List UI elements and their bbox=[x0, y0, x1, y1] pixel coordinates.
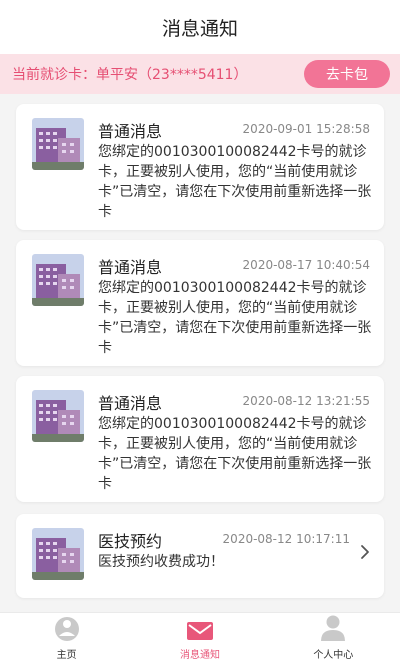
home-icon bbox=[54, 617, 79, 641]
hospital-thumbnail bbox=[32, 528, 84, 580]
tab-messages[interactable]: 消息通知 bbox=[133, 613, 266, 666]
message-card[interactable]: 医技预约 2020-08-12 10:17:11 医技预约收费成功！ bbox=[16, 514, 384, 598]
tab-label: 个人中心 bbox=[313, 650, 354, 661]
page-header: 消息通知 bbox=[0, 0, 400, 54]
hospital-thumbnail bbox=[32, 254, 84, 306]
hospital-thumbnail bbox=[32, 118, 84, 170]
tab-profile[interactable]: 个人中心 bbox=[267, 613, 400, 666]
message-card[interactable]: 普通消息 2020-08-12 13:21:55 您绑定的00103001000… bbox=[16, 376, 384, 502]
mail-icon bbox=[186, 622, 213, 640]
message-time: 2020-09-01 15:28:58 bbox=[242, 122, 370, 136]
tab-label: 消息通知 bbox=[179, 650, 220, 661]
hospital-thumbnail bbox=[32, 390, 84, 442]
message-title: 普通消息 bbox=[98, 122, 163, 141]
message-body: 医技预约收费成功！ bbox=[98, 554, 224, 570]
message-title: 医技预约 bbox=[98, 532, 163, 551]
current-card-bar: 当前就诊卡：单平安（23****5411） 去卡包 bbox=[0, 54, 400, 94]
wallet-button[interactable]: 去卡包 bbox=[304, 60, 390, 88]
message-time: 2020-08-12 13:21:55 bbox=[242, 394, 370, 408]
message-body: 您绑定的0010300100082442卡号的就诊卡，正要被别人使用，您的“当前… bbox=[98, 280, 372, 356]
person-icon bbox=[321, 615, 346, 641]
message-body: 您绑定的0010300100082442卡号的就诊卡，正要被别人使用，您的“当前… bbox=[98, 416, 372, 492]
message-title: 普通消息 bbox=[98, 394, 163, 413]
chevron-right-icon[interactable] bbox=[360, 544, 370, 564]
message-time: 2020-08-12 10:17:11 bbox=[222, 532, 350, 546]
message-card[interactable]: 普通消息 2020-09-01 15:28:58 您绑定的00103001000… bbox=[16, 104, 384, 230]
current-card-info: 当前就诊卡：单平安（23****5411） bbox=[12, 67, 248, 83]
message-body: 您绑定的0010300100082442卡号的就诊卡，正要被别人使用，您的“当前… bbox=[98, 144, 372, 220]
tab-label: 主页 bbox=[56, 650, 77, 661]
message-time: 2020-08-17 10:40:54 bbox=[242, 258, 370, 272]
tab-home[interactable]: 主页 bbox=[0, 613, 133, 666]
message-card[interactable]: 普通消息 2020-08-17 10:40:54 您绑定的00103001000… bbox=[16, 240, 384, 366]
page-title: 消息通知 bbox=[161, 17, 238, 40]
message-title: 普通消息 bbox=[98, 258, 163, 277]
bottom-tab-bar: 主页 消息通知 个人中心 bbox=[0, 612, 400, 666]
